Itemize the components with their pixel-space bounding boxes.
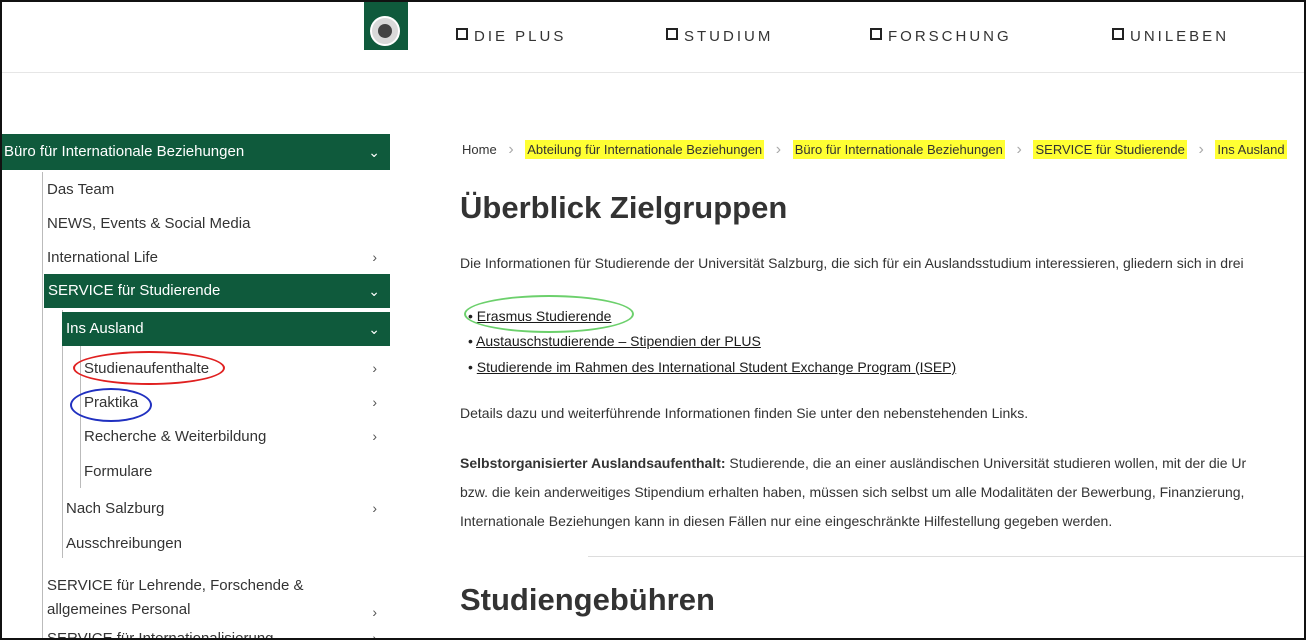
breadcrumb: Home › Abteilung für Internationale Bezi…: [462, 140, 1287, 159]
sidebar-item-label-line2: allgemeines Personal: [47, 601, 191, 618]
square-icon: [666, 28, 678, 40]
nav-die-plus[interactable]: DIE PLUS: [456, 28, 566, 45]
chevron-down-icon: ⌄: [368, 283, 380, 299]
chevron-right-icon: ›: [372, 394, 377, 410]
sidebar-item-label: Ins Ausland: [66, 320, 144, 337]
chevron-right-icon: ›: [372, 428, 377, 444]
sidebar-item-nach-salzburg[interactable]: Nach Salzburg ›: [66, 500, 387, 517]
sidebar-item-ins-ausland[interactable]: Ins Ausland ⌄: [62, 312, 390, 346]
sidebar-item-label: Das Team: [47, 181, 115, 198]
chevron-right-icon: ›: [372, 630, 377, 640]
intro-text: Die Informationen für Studierende der Un…: [460, 255, 1244, 271]
breadcrumb-home[interactable]: Home: [462, 142, 497, 157]
link-austausch[interactable]: Austauschstudierende – Stipendien der PL…: [476, 333, 761, 349]
breadcrumb-item[interactable]: Büro für Internationale Beziehungen: [792, 140, 1005, 159]
nav-label: DIE PLUS: [474, 28, 567, 45]
details-text: Details dazu und weiterführende Informat…: [460, 405, 1029, 421]
square-icon: [1112, 28, 1124, 40]
nav-label: FORSCHUNG: [888, 28, 1012, 45]
chevron-down-icon: ⌄: [368, 144, 380, 160]
nav-label: UNILEBEN: [1130, 28, 1230, 45]
sidebar-item-international-life[interactable]: International Life ›: [47, 249, 387, 266]
sidebar-item-label: Recherche & Weiterbildung: [84, 428, 267, 445]
university-logo[interactable]: [364, 2, 408, 50]
chevron-right-icon: ›: [372, 500, 377, 516]
sidebar-tree-line: [42, 172, 43, 638]
square-icon: [870, 28, 882, 40]
chevron-down-icon: ⌄: [368, 321, 380, 337]
page-title: Überblick Zielgruppen: [460, 190, 788, 225]
chevron-right-icon: ›: [372, 360, 377, 376]
sidebar-item-formulare[interactable]: Formulare: [84, 463, 387, 480]
nav-forschung[interactable]: FORSCHUNG: [870, 28, 1012, 45]
sidebar-item-buero[interactable]: Büro für Internationale Beziehungen ⌄: [2, 134, 390, 170]
sidebar-item-recherche[interactable]: Recherche & Weiterbildung ›: [84, 428, 387, 445]
self-organized-label: Selbstorganisierter Auslandsaufenthalt:: [460, 455, 726, 471]
sidebar-item-label: International Life: [47, 249, 158, 266]
sidebar-item-service-lehrende[interactable]: SERVICE für Lehrende, Forschende & allge…: [47, 574, 387, 622]
chevron-right-icon: ›: [1198, 141, 1204, 158]
sidebar-item-label: Büro für Internationale Beziehungen: [4, 143, 245, 160]
sidebar-item-news[interactable]: NEWS, Events & Social Media: [47, 215, 387, 232]
list-item: • Austauschstudierende – Stipendien der …: [468, 333, 761, 349]
breadcrumb-item[interactable]: SERVICE für Studierende: [1033, 140, 1187, 159]
sidebar-tree-line: [62, 310, 63, 558]
chevron-right-icon: ›: [372, 249, 377, 265]
sidebar-item-ausschreibungen[interactable]: Ausschreibungen: [66, 535, 387, 552]
chevron-right-icon: ›: [1016, 141, 1022, 158]
self-organized-line2: bzw. die kein anderweitiges Stipendium e…: [460, 484, 1245, 500]
sidebar-item-service-internationalisierung[interactable]: SERVICE für Internationalisierung ›: [47, 630, 387, 640]
top-navigation: DIE PLUS STUDIUM FORSCHUNG UNILEBEN: [2, 2, 1304, 73]
link-isep[interactable]: Studierende im Rahmen des International …: [477, 359, 956, 375]
list-item: • Studierende im Rahmen des Internationa…: [468, 359, 957, 375]
sidebar-item-label: NEWS, Events & Social Media: [47, 215, 251, 232]
breadcrumb-item[interactable]: Ins Ausland: [1215, 140, 1287, 159]
sidebar-item-label: Nach Salzburg: [66, 500, 165, 517]
chevron-right-icon: ›: [775, 141, 782, 158]
sidebar-item-label: SERVICE für Lehrende, Forschende &: [47, 577, 304, 594]
self-organized-text: Studierende, die an einer ausländischen …: [725, 455, 1247, 471]
annotation-red-oval: [73, 351, 225, 385]
self-organized-line3: Internationale Beziehungen kann in diese…: [460, 513, 1113, 529]
divider: [588, 556, 1304, 557]
nav-studium[interactable]: STUDIUM: [666, 28, 773, 45]
nav-label: STUDIUM: [684, 28, 774, 45]
chevron-right-icon: ›: [508, 141, 514, 158]
sidebar-item-das-team[interactable]: Das Team: [47, 181, 387, 198]
chevron-right-icon: ›: [372, 604, 377, 620]
sidebar-item-label: Ausschreibungen: [66, 535, 182, 552]
sidebar-item-service-studierende[interactable]: SERVICE für Studierende ⌄: [44, 274, 390, 308]
self-organized-paragraph: Selbstorganisierter Auslandsaufenthalt: …: [460, 455, 1246, 471]
university-seal-icon: [370, 16, 400, 46]
sidebar-item-label: Formulare: [84, 463, 153, 480]
breadcrumb-item[interactable]: Abteilung für Internationale Beziehungen: [525, 140, 765, 159]
sidebar-item-label: SERVICE für Studierende: [48, 282, 221, 299]
annotation-blue-oval: [70, 388, 152, 422]
annotation-green-oval: [464, 295, 634, 333]
section-title-studiengebuehren: Studiengebühren: [460, 582, 715, 617]
browser-frame: DIE PLUS STUDIUM FORSCHUNG UNILEBEN Büro…: [0, 0, 1306, 640]
nav-unileben[interactable]: UNILEBEN: [1112, 28, 1229, 45]
square-icon: [456, 28, 468, 40]
sidebar-item-label: SERVICE für Internationalisierung: [47, 630, 274, 640]
